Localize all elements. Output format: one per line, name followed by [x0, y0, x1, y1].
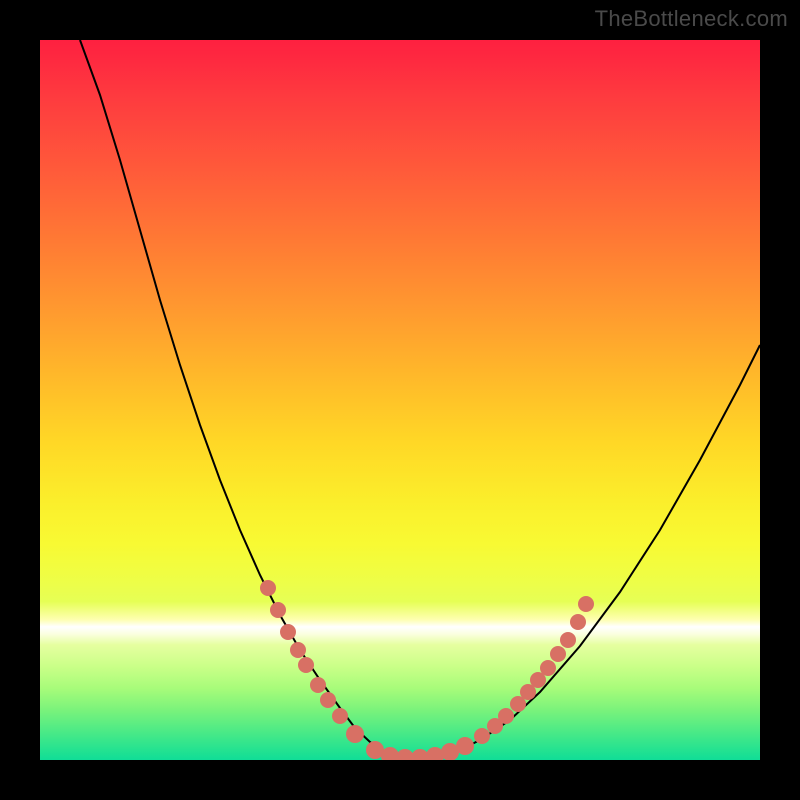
chart-plot-area: [40, 40, 760, 760]
curve-marker: [298, 657, 314, 673]
curve-marker: [310, 677, 326, 693]
curve-marker: [578, 596, 594, 612]
curve-marker: [332, 708, 348, 724]
curve-marker: [498, 708, 514, 724]
curve-marker: [280, 624, 296, 640]
bottleneck-curve-line: [80, 40, 760, 758]
curve-marker: [346, 725, 364, 743]
chart-svg: [40, 40, 760, 760]
curve-marker: [474, 728, 490, 744]
curve-marker: [270, 602, 286, 618]
curve-marker: [560, 632, 576, 648]
curve-marker: [260, 580, 276, 596]
curve-marker: [550, 646, 566, 662]
curve-marker: [320, 692, 336, 708]
chart-frame: TheBottleneck.com: [0, 0, 800, 800]
curve-marker-group: [260, 580, 594, 760]
curve-marker: [540, 660, 556, 676]
curve-marker: [290, 642, 306, 658]
watermark-text: TheBottleneck.com: [595, 6, 788, 32]
curve-marker: [570, 614, 586, 630]
curve-marker: [456, 737, 474, 755]
